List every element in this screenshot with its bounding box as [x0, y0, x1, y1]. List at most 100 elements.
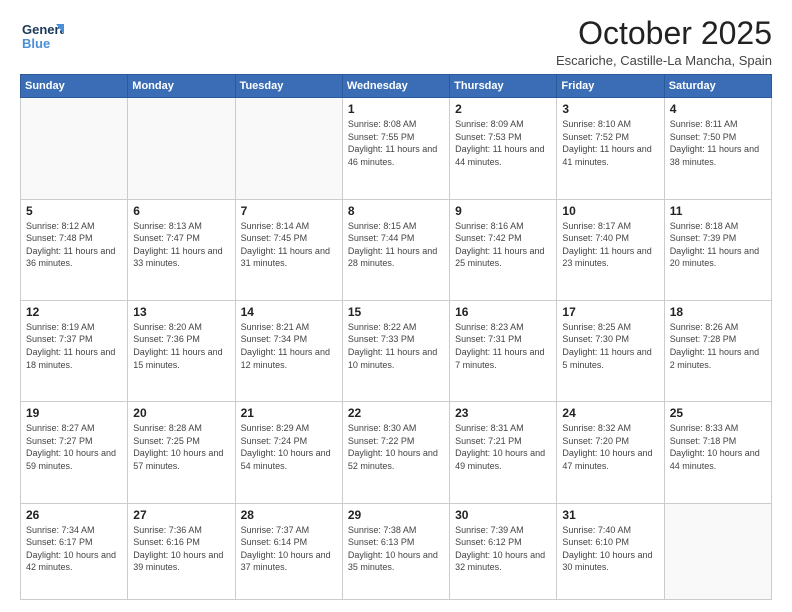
day-info: Sunrise: 8:26 AM Sunset: 7:28 PM Dayligh…: [670, 321, 766, 371]
day-info: Sunrise: 8:12 AM Sunset: 7:48 PM Dayligh…: [26, 220, 122, 270]
day-info: Sunrise: 7:39 AM Sunset: 6:12 PM Dayligh…: [455, 524, 551, 574]
weekday-sunday: Sunday: [21, 75, 128, 98]
calendar-day-9: 9 Sunrise: 8:16 AM Sunset: 7:42 PM Daylig…: [450, 199, 557, 300]
day-info: Sunrise: 8:25 AM Sunset: 7:30 PM Dayligh…: [562, 321, 658, 371]
calendar-day-8: 8 Sunrise: 8:15 AM Sunset: 7:44 PM Daylig…: [342, 199, 449, 300]
day-number: 30: [455, 508, 551, 522]
day-info: Sunrise: 8:16 AM Sunset: 7:42 PM Dayligh…: [455, 220, 551, 270]
day-number: 3: [562, 102, 658, 116]
day-number: 10: [562, 204, 658, 218]
calendar-day-31: 31 Sunrise: 7:40 AM Sunset: 6:10 PM Dayli…: [557, 503, 664, 599]
calendar-day-6: 6Sunrise: 8:13 AM Sunset: 7:47 PM Daylig…: [128, 199, 235, 300]
day-info: Sunrise: 7:38 AM Sunset: 6:13 PM Dayligh…: [348, 524, 444, 574]
day-info: Sunrise: 8:09 AM Sunset: 7:53 PM Dayligh…: [455, 118, 551, 168]
calendar-day-22: 22 Sunrise: 8:30 AM Sunset: 7:22 PM Dayli…: [342, 402, 449, 503]
calendar-day-3: 3 Sunrise: 8:10 AM Sunset: 7:52 PM Daylig…: [557, 98, 664, 199]
day-number: 16: [455, 305, 551, 319]
day-info: Sunrise: 8:10 AM Sunset: 7:52 PM Dayligh…: [562, 118, 658, 168]
day-info: Sunrise: 8:15 AM Sunset: 7:44 PM Dayligh…: [348, 220, 444, 270]
header: General Blue October 2025 Escariche, Cas…: [20, 16, 772, 68]
calendar-day-23: 23 Sunrise: 8:31 AM Sunset: 7:21 PM Dayli…: [450, 402, 557, 503]
day-number: 31: [562, 508, 658, 522]
weekday-saturday: Saturday: [664, 75, 771, 98]
day-number: 1: [348, 102, 444, 116]
weekday-monday: Monday: [128, 75, 235, 98]
day-number: 25: [670, 406, 766, 420]
calendar-day-10: 10Sunrise: 8:17 AM Sunset: 7:40 PM Dayli…: [557, 199, 664, 300]
calendar-week-0: 1 Sunrise: 8:08 AM Sunset: 7:55 PM Daylig…: [21, 98, 772, 199]
calendar-day-7: 7 Sunrise: 8:14 AM Sunset: 7:45 PM Daylig…: [235, 199, 342, 300]
day-info: Sunrise: 8:32 AM Sunset: 7:20 PM Dayligh…: [562, 422, 658, 472]
calendar-day-21: 21 Sunrise: 8:29 AM Sunset: 7:24 PM Dayli…: [235, 402, 342, 503]
day-info: Sunrise: 8:27 AM Sunset: 7:27 PM Dayligh…: [26, 422, 122, 472]
calendar-day-2: 2 Sunrise: 8:09 AM Sunset: 7:53 PM Daylig…: [450, 98, 557, 199]
calendar-week-3: 19 Sunrise: 8:27 AM Sunset: 7:27 PM Dayli…: [21, 402, 772, 503]
calendar-day-30: 30 Sunrise: 7:39 AM Sunset: 6:12 PM Dayli…: [450, 503, 557, 599]
day-number: 22: [348, 406, 444, 420]
calendar-day-28: 28 Sunrise: 7:37 AM Sunset: 6:14 PM Dayli…: [235, 503, 342, 599]
calendar-day-29: 29 Sunrise: 7:38 AM Sunset: 6:13 PM Dayli…: [342, 503, 449, 599]
calendar-empty-cell: [235, 98, 342, 199]
day-number: 29: [348, 508, 444, 522]
day-info: Sunrise: 8:20 AM Sunset: 7:36 PM Dayligh…: [133, 321, 229, 371]
day-info: Sunrise: 8:29 AM Sunset: 7:24 PM Dayligh…: [241, 422, 337, 472]
calendar-day-27: 27Sunrise: 7:36 AM Sunset: 6:16 PM Dayli…: [128, 503, 235, 599]
day-number: 5: [26, 204, 122, 218]
calendar-day-17: 17 Sunrise: 8:25 AM Sunset: 7:30 PM Dayli…: [557, 300, 664, 401]
calendar-day-19: 19 Sunrise: 8:27 AM Sunset: 7:27 PM Dayli…: [21, 402, 128, 503]
day-info: Sunrise: 8:14 AM Sunset: 7:45 PM Dayligh…: [241, 220, 337, 270]
calendar-empty-cell: [128, 98, 235, 199]
page: General Blue October 2025 Escariche, Cas…: [0, 0, 792, 612]
calendar-day-25: 25Sunrise: 8:33 AM Sunset: 7:18 PM Dayli…: [664, 402, 771, 503]
location-subtitle: Escariche, Castille-La Mancha, Spain: [556, 53, 772, 68]
calendar-week-1: 5 Sunrise: 8:12 AM Sunset: 7:48 PM Daylig…: [21, 199, 772, 300]
calendar-day-1: 1 Sunrise: 8:08 AM Sunset: 7:55 PM Daylig…: [342, 98, 449, 199]
day-number: 15: [348, 305, 444, 319]
calendar-day-26: 26 Sunrise: 7:34 AM Sunset: 6:17 PM Dayli…: [21, 503, 128, 599]
day-number: 7: [241, 204, 337, 218]
day-number: 26: [26, 508, 122, 522]
day-info: Sunrise: 7:40 AM Sunset: 6:10 PM Dayligh…: [562, 524, 658, 574]
day-number: 18: [670, 305, 766, 319]
day-info: Sunrise: 8:08 AM Sunset: 7:55 PM Dayligh…: [348, 118, 444, 168]
calendar-week-4: 26 Sunrise: 7:34 AM Sunset: 6:17 PM Dayli…: [21, 503, 772, 599]
day-info: Sunrise: 8:22 AM Sunset: 7:33 PM Dayligh…: [348, 321, 444, 371]
logo: General Blue: [20, 16, 64, 65]
calendar-day-20: 20Sunrise: 8:28 AM Sunset: 7:25 PM Dayli…: [128, 402, 235, 503]
svg-text:Blue: Blue: [22, 36, 50, 51]
calendar-day-12: 12Sunrise: 8:19 AM Sunset: 7:37 PM Dayli…: [21, 300, 128, 401]
day-number: 17: [562, 305, 658, 319]
day-number: 21: [241, 406, 337, 420]
weekday-thursday: Thursday: [450, 75, 557, 98]
logo-icon: General Blue: [20, 16, 64, 60]
weekday-tuesday: Tuesday: [235, 75, 342, 98]
day-info: Sunrise: 7:34 AM Sunset: 6:17 PM Dayligh…: [26, 524, 122, 574]
calendar-empty-cell: [21, 98, 128, 199]
day-info: Sunrise: 8:30 AM Sunset: 7:22 PM Dayligh…: [348, 422, 444, 472]
day-number: 24: [562, 406, 658, 420]
day-info: Sunrise: 8:18 AM Sunset: 7:39 PM Dayligh…: [670, 220, 766, 270]
day-number: 27: [133, 508, 229, 522]
day-info: Sunrise: 8:21 AM Sunset: 7:34 PM Dayligh…: [241, 321, 337, 371]
day-info: Sunrise: 8:13 AM Sunset: 7:47 PM Dayligh…: [133, 220, 229, 270]
day-number: 23: [455, 406, 551, 420]
day-number: 9: [455, 204, 551, 218]
calendar-day-24: 24 Sunrise: 8:32 AM Sunset: 7:20 PM Dayli…: [557, 402, 664, 503]
day-info: Sunrise: 7:37 AM Sunset: 6:14 PM Dayligh…: [241, 524, 337, 574]
day-number: 8: [348, 204, 444, 218]
day-number: 28: [241, 508, 337, 522]
calendar-day-4: 4Sunrise: 8:11 AM Sunset: 7:50 PM Daylig…: [664, 98, 771, 199]
calendar-week-2: 12Sunrise: 8:19 AM Sunset: 7:37 PM Dayli…: [21, 300, 772, 401]
calendar-day-16: 16Sunrise: 8:23 AM Sunset: 7:31 PM Dayli…: [450, 300, 557, 401]
day-info: Sunrise: 8:28 AM Sunset: 7:25 PM Dayligh…: [133, 422, 229, 472]
calendar-day-13: 13Sunrise: 8:20 AM Sunset: 7:36 PM Dayli…: [128, 300, 235, 401]
calendar-day-15: 15 Sunrise: 8:22 AM Sunset: 7:33 PM Dayli…: [342, 300, 449, 401]
day-info: Sunrise: 8:31 AM Sunset: 7:21 PM Dayligh…: [455, 422, 551, 472]
day-number: 14: [241, 305, 337, 319]
day-number: 19: [26, 406, 122, 420]
month-title: October 2025: [556, 16, 772, 51]
day-info: Sunrise: 8:11 AM Sunset: 7:50 PM Dayligh…: [670, 118, 766, 168]
calendar-empty-cell: [664, 503, 771, 599]
day-number: 2: [455, 102, 551, 116]
title-block: October 2025 Escariche, Castille-La Manc…: [556, 16, 772, 68]
